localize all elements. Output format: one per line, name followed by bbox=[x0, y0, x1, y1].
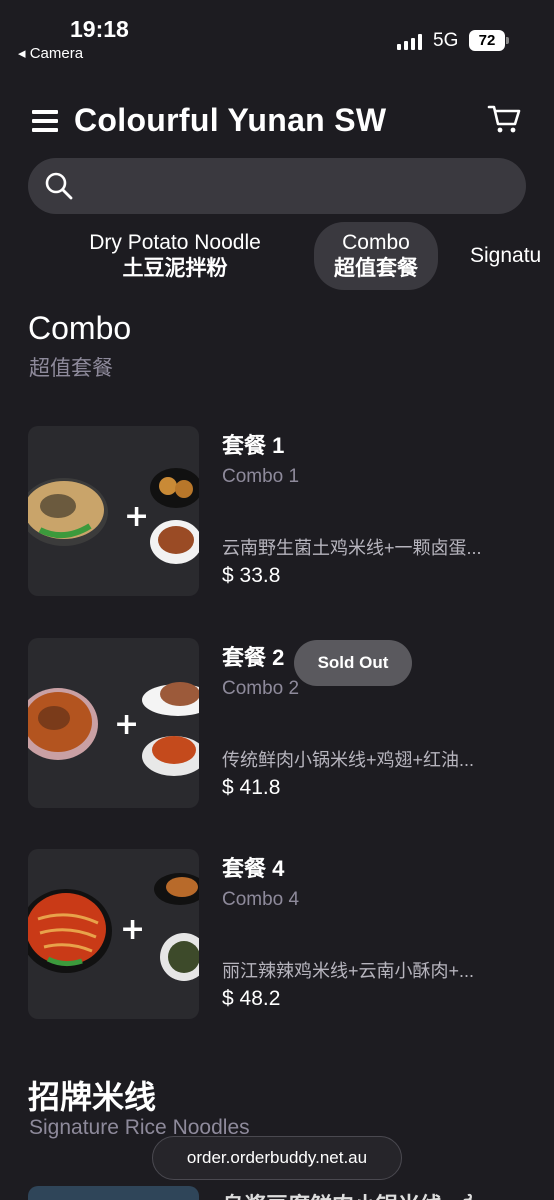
item-photo: + bbox=[28, 849, 199, 1019]
restaurant-title: Colourful Yunan SW bbox=[74, 102, 387, 138]
tab-label-zh: 超值套餐 bbox=[334, 257, 418, 280]
sold-out-badge: Sold Out bbox=[294, 640, 412, 686]
item-photo: + bbox=[28, 426, 199, 596]
item-description: 云南野生菌土鸡米线+一颗卤蛋... bbox=[222, 538, 482, 558]
section-title: 招牌米线 bbox=[28, 1079, 157, 1115]
search-icon bbox=[45, 172, 73, 200]
svg-text:+: + bbox=[120, 912, 145, 947]
url-bar[interactable]: order.orderbuddy.net.au bbox=[152, 1136, 402, 1180]
menu-item[interactable]: + 套餐 2 Sold Out Combo 2 传统鲜肉小锅米线+鸡翅+红油..… bbox=[28, 638, 528, 808]
battery-icon: 72 bbox=[469, 30, 505, 51]
tab-combo[interactable]: Combo 超值套餐 bbox=[314, 222, 438, 290]
item-price: $ 48.2 bbox=[222, 987, 281, 1010]
section-subtitle: 超值套餐 bbox=[29, 357, 113, 380]
app-header: Colourful Yunan SW bbox=[0, 90, 554, 150]
tab-signature[interactable]: Signatu bbox=[470, 222, 554, 290]
tab-dry-potato-noodle[interactable]: Dry Potato Noodle 土豆泥拌粉 bbox=[62, 222, 288, 290]
item-price: $ 41.8 bbox=[222, 776, 281, 799]
item-price: $ 33.8 bbox=[222, 564, 281, 587]
status-time: 19:18 bbox=[70, 16, 129, 42]
tab-label-en: Dry Potato Noodle bbox=[89, 231, 261, 254]
item-name: 乌酱豆腐鲜肉小锅米线 🌶 bbox=[222, 1188, 476, 1200]
item-description: 丽江辣辣鸡米线+云南小酥肉+... bbox=[222, 961, 475, 981]
item-photo: + bbox=[28, 638, 199, 808]
search-input[interactable] bbox=[28, 158, 526, 214]
item-name-en: Combo 1 bbox=[222, 466, 300, 487]
item-name-en: Combo 2 bbox=[222, 678, 300, 699]
network-type: 5G bbox=[433, 30, 459, 51]
svg-text:+: + bbox=[114, 707, 139, 742]
cart-icon[interactable] bbox=[486, 100, 522, 136]
menu-item[interactable]: + 套餐 1 Combo 1 云南野生菌土鸡米线+一颗卤蛋... $ 33.8 bbox=[28, 426, 528, 596]
item-name-en: Combo 4 bbox=[222, 889, 300, 910]
hamburger-menu-icon[interactable] bbox=[32, 110, 58, 132]
battery-tip bbox=[506, 37, 509, 44]
svg-text:+: + bbox=[124, 499, 149, 534]
section-title: Combo bbox=[28, 310, 132, 346]
category-tabs: Dry Potato Noodle 土豆泥拌粉 Combo 超值套餐 Signa… bbox=[0, 222, 554, 292]
item-photo bbox=[28, 1186, 199, 1200]
tab-label-en: Signatu bbox=[470, 244, 542, 267]
item-name: 套餐 2 bbox=[222, 645, 285, 670]
tab-label-zh: 土豆泥拌粉 bbox=[122, 257, 228, 280]
signal-icon bbox=[397, 34, 423, 50]
tab-label-en: Combo bbox=[342, 231, 410, 254]
status-bar: 19:18 ◂ Camera 5G 72 bbox=[0, 0, 554, 70]
item-name: 套餐 4 bbox=[222, 856, 285, 881]
item-name: 套餐 1 bbox=[222, 433, 285, 458]
menu-item[interactable]: + 套餐 4 Combo 4 丽江辣辣鸡米线+云南小酥肉+... $ 48.2 bbox=[28, 849, 528, 1019]
item-description: 传统鲜肉小锅米线+鸡翅+红油... bbox=[222, 750, 475, 770]
back-to-camera-link[interactable]: ◂ Camera bbox=[18, 44, 83, 62]
